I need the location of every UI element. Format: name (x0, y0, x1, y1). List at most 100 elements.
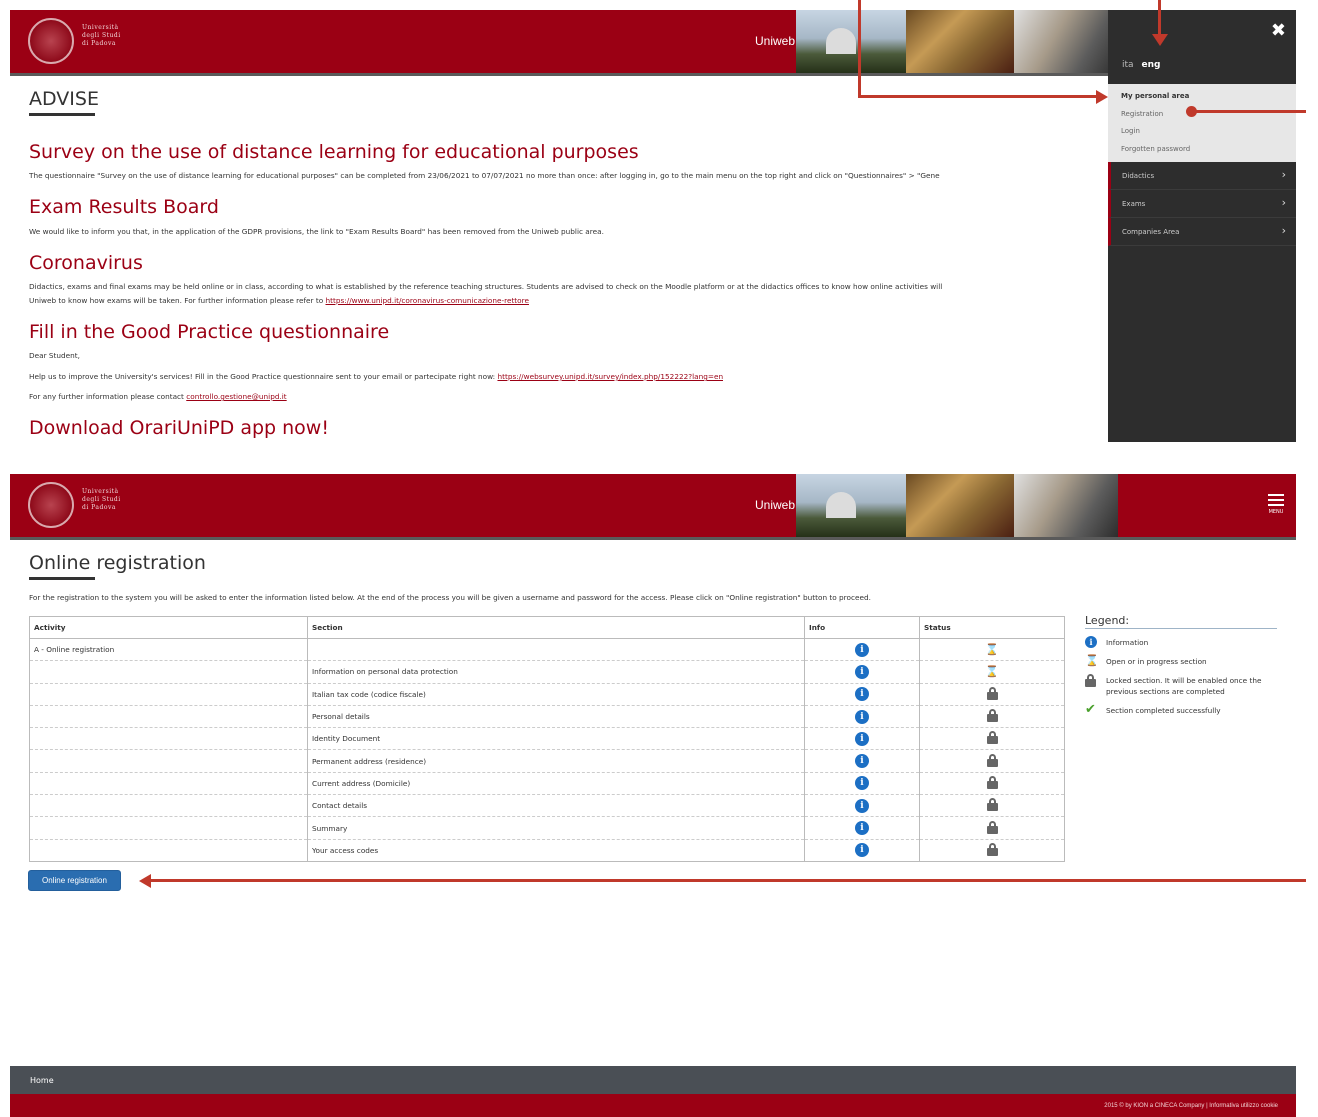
personal-area: My personal area Registration Login Forg… (1108, 84, 1296, 162)
info-icon[interactable]: i (855, 754, 869, 769)
language-switcher: ita eng (1122, 60, 1161, 70)
footer-nav: Home (10, 1066, 1296, 1094)
section-cell: Contact details (307, 794, 805, 818)
menu-item-companies-area[interactable]: Companies Area › (1108, 218, 1296, 246)
observatory-photo (796, 10, 906, 73)
hamburger-menu-button[interactable]: MENU (1268, 491, 1284, 515)
status-cell (919, 794, 1065, 818)
news-title: Exam Results Board (29, 196, 219, 218)
annotation-arrow (858, 95, 1098, 98)
legend-item: Locked section. It will be enabled once … (1085, 674, 1277, 697)
info-icon[interactable]: i (855, 798, 869, 813)
status-cell (919, 705, 1065, 729)
activity-cell (29, 839, 308, 862)
table-row: Personal details i (29, 705, 1065, 729)
lock-icon (986, 753, 998, 767)
online-registration-button[interactable]: Online registration (28, 870, 121, 891)
chevron-right-icon: › (1281, 196, 1286, 209)
annotation-arrow (858, 0, 861, 96)
news-text: Didactics, exams and final exams may be … (29, 282, 943, 291)
legend-title: Legend: (1085, 614, 1277, 629)
column-header-activity: Activity (29, 616, 308, 639)
news-text: Help us to improve the University's serv… (29, 372, 724, 381)
close-icon[interactable]: ✖ (1271, 20, 1286, 41)
menu-item-exams[interactable]: Exams › (1108, 190, 1296, 218)
status-cell (919, 772, 1065, 796)
column-header-section: Section (307, 616, 805, 639)
news-text: We would like to inform you that, in the… (29, 227, 604, 236)
lock-icon (1085, 674, 1096, 687)
status-cell (919, 749, 1065, 773)
hall-photo (906, 10, 1014, 73)
lock-icon (986, 820, 998, 834)
status-cell (919, 816, 1065, 840)
survey-link[interactable]: https://websurvey.unipd.it/survey/index.… (497, 372, 723, 381)
table-row: Identity Document i (29, 727, 1065, 751)
activity-cell (29, 794, 308, 818)
table-row: Current address (Domicile) i (29, 772, 1065, 796)
legend-item: ⌛ Open or in progress section (1085, 654, 1207, 667)
lang-ita-link[interactable]: ita (1122, 60, 1134, 70)
legend-item: i Information (1085, 636, 1277, 648)
hourglass-icon: ⌛ (985, 665, 999, 679)
section-cell: Information on personal data protection (307, 660, 805, 684)
chevron-right-icon: › (1281, 168, 1286, 181)
news-text: Uniweb to know how exams will be taken. … (29, 296, 529, 305)
info-cell: i (804, 660, 920, 684)
personal-area-title: My personal area (1121, 92, 1190, 100)
forgotten-password-link[interactable]: Forgotten password (1121, 141, 1283, 159)
activity-cell (29, 705, 308, 729)
annotation-arrow (1158, 0, 1161, 36)
coronavirus-link[interactable]: https://www.unipd.it/coronavirus-comunic… (326, 296, 529, 305)
info-icon[interactable]: i (855, 821, 869, 836)
info-icon[interactable]: i (855, 843, 869, 858)
info-cell: i (804, 772, 920, 796)
info-icon[interactable]: i (855, 642, 869, 657)
university-name: Università degli Studi di Padova (82, 24, 121, 47)
advise-title: ADVISE (29, 88, 99, 110)
microscope-photo (1014, 10, 1118, 73)
info-icon[interactable]: i (855, 687, 869, 702)
column-header-status: Status (919, 616, 1065, 639)
section-cell: Identity Document (307, 727, 805, 751)
news-title: Download OrariUniPD app now! (29, 417, 329, 439)
table-row: Your access codes i (29, 839, 1065, 862)
registration-description: For the registration to the system you w… (29, 593, 871, 602)
info-icon[interactable]: i (855, 731, 869, 746)
lock-icon (986, 798, 998, 812)
university-seal-logo[interactable] (28, 482, 74, 528)
home-link[interactable]: Home (30, 1076, 54, 1085)
lock-icon (986, 709, 998, 723)
menu-item-didactics[interactable]: Didactics › (1108, 162, 1296, 190)
lock-icon (986, 686, 998, 700)
login-link[interactable]: Login (1121, 123, 1283, 141)
university-seal-logo[interactable] (28, 18, 74, 64)
arrow-dot (1186, 106, 1197, 117)
registration-link[interactable]: Registration (1121, 106, 1283, 124)
lock-icon (986, 731, 998, 745)
news-text: Dear Student, (29, 351, 80, 360)
info-icon[interactable]: i (855, 709, 869, 724)
section-cell: Permanent address (residence) (307, 749, 805, 773)
registration-steps-table: Activity Section Info Status A - Online … (29, 616, 1065, 862)
news-title: Fill in the Good Practice questionnaire (29, 321, 390, 343)
info-cell: i (804, 839, 920, 862)
contact-email-link[interactable]: controllo.gestione@unipd.it (186, 392, 286, 401)
hamburger-icon (1268, 494, 1284, 506)
lock-icon (986, 842, 998, 856)
activity-cell (29, 749, 308, 773)
status-cell (919, 683, 1065, 706)
info-cell: i (804, 727, 920, 751)
info-icon[interactable]: i (855, 664, 869, 679)
info-cell: i (804, 683, 920, 706)
lang-eng-link[interactable]: eng (1142, 60, 1161, 70)
microscope-photo (1014, 474, 1118, 537)
info-cell: i (804, 705, 920, 729)
activity-cell (29, 772, 308, 796)
info-cell: i (804, 638, 920, 662)
info-icon[interactable]: i (855, 776, 869, 791)
university-name: Università degli Studi di Padova (82, 488, 121, 511)
activity-cell (29, 816, 308, 840)
info-cell: i (804, 749, 920, 773)
page-title: Online registration (29, 552, 206, 574)
